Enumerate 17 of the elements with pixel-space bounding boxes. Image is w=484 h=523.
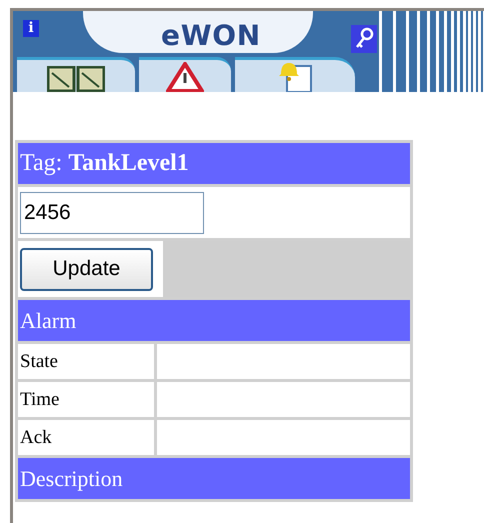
bell-icon bbox=[277, 60, 313, 92]
section-header: Alarm bbox=[18, 300, 410, 341]
chart-icon bbox=[47, 66, 105, 92]
warning-icon bbox=[166, 62, 204, 92]
row-label: Ack bbox=[18, 420, 154, 455]
tab[interactable] bbox=[17, 57, 135, 92]
tab[interactable] bbox=[235, 57, 355, 92]
section-header: Description bbox=[18, 458, 410, 499]
update-button[interactable]: Update bbox=[20, 248, 153, 290]
key-icon[interactable] bbox=[351, 25, 377, 53]
row-label: State bbox=[18, 344, 154, 379]
tab[interactable] bbox=[139, 57, 231, 92]
row-label: Time bbox=[18, 382, 154, 417]
logo-text: eWON bbox=[161, 18, 261, 54]
info-icon[interactable]: i bbox=[23, 20, 39, 37]
tag-title: Tag: TankLevel1 bbox=[18, 143, 410, 184]
value-input-field[interactable]: 2456 bbox=[20, 192, 204, 234]
